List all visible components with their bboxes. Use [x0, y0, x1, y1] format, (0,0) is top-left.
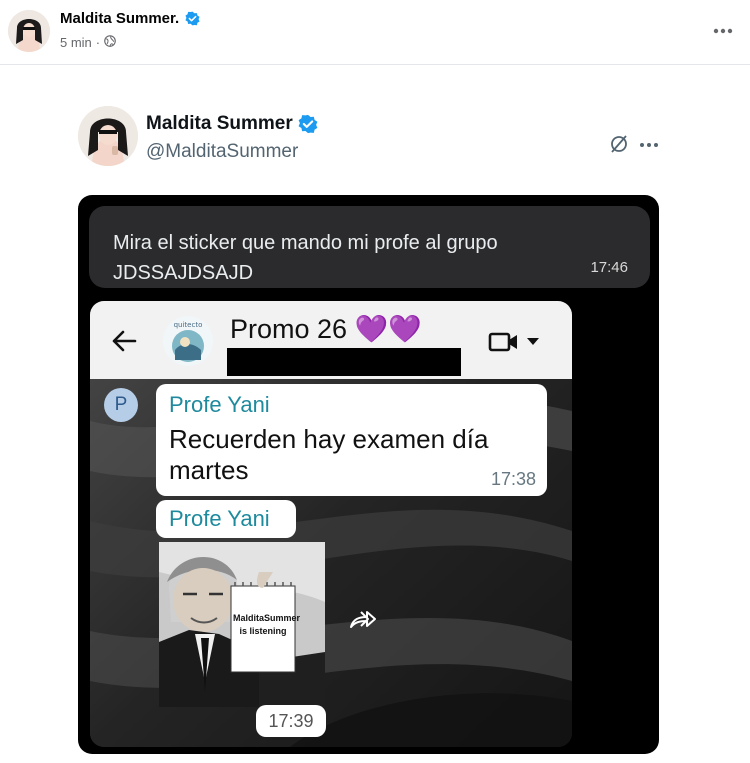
sticker-timestamp: 17:39 [256, 705, 326, 737]
message-body: Recuerden hay examen día martes [169, 424, 489, 485]
facebook-post-header: Maldita Summer. 5 min · [0, 0, 750, 65]
sticker-image: MalditaSummer is listening [159, 542, 325, 707]
tweet-handle: @MalditaSummer [146, 141, 299, 162]
sticker-text: MalditaSummer is listening [233, 613, 301, 636]
message-time: 17:46 [590, 259, 628, 276]
message-sender: Profe Yani [169, 392, 270, 417]
message-sender: Profe Yani [169, 506, 270, 531]
forwarded-message-bubble: Mira el sticker que mando mi profe al gr… [89, 206, 650, 288]
message-text: Mira el sticker que mando mi profe al gr… [113, 232, 498, 284]
chat-header: quitecto Promo 26 💜💜 [90, 301, 572, 379]
author-avatar[interactable] [8, 10, 50, 52]
group-name: Promo 26 💜💜 [230, 314, 422, 344]
more-options-icon[interactable] [712, 20, 734, 42]
meta-separator: · [95, 35, 101, 50]
tweet-more-icon [638, 134, 660, 156]
redaction-bar [227, 348, 461, 376]
post-meta: 5 min · [60, 35, 116, 50]
grok-icon [609, 134, 629, 154]
globe-icon[interactable] [104, 35, 116, 50]
author-name[interactable]: Maldita Summer. [60, 10, 179, 27]
whatsapp-chat-screenshot: quitecto Promo 26 💜💜 P Profe Yani Recuer… [90, 301, 572, 747]
forward-icon [347, 607, 379, 633]
verified-badge-icon [185, 11, 200, 26]
video-call-icon [488, 329, 520, 355]
post-time[interactable]: 5 min [60, 35, 92, 50]
message-timestamp: 17:38 [490, 469, 536, 489]
chat-message-bubble: Profe Yani Recuerden hay examen día mart… [156, 384, 547, 496]
sender-avatar: P [104, 388, 138, 422]
tweet-media-image[interactable]: Mira el sticker que mando mi profe al gr… [78, 195, 659, 754]
group-avatar: quitecto [163, 316, 213, 366]
sticker-sender-bubble: Profe Yani [156, 500, 296, 538]
back-arrow-icon [110, 328, 138, 354]
tweet-author-name: Maldita Summer [146, 113, 293, 134]
tweet-verified-icon [298, 114, 318, 134]
chevron-down-icon [527, 338, 539, 345]
tweet-author-avatar [78, 106, 138, 166]
group-avatar-caption: quitecto [174, 321, 203, 329]
